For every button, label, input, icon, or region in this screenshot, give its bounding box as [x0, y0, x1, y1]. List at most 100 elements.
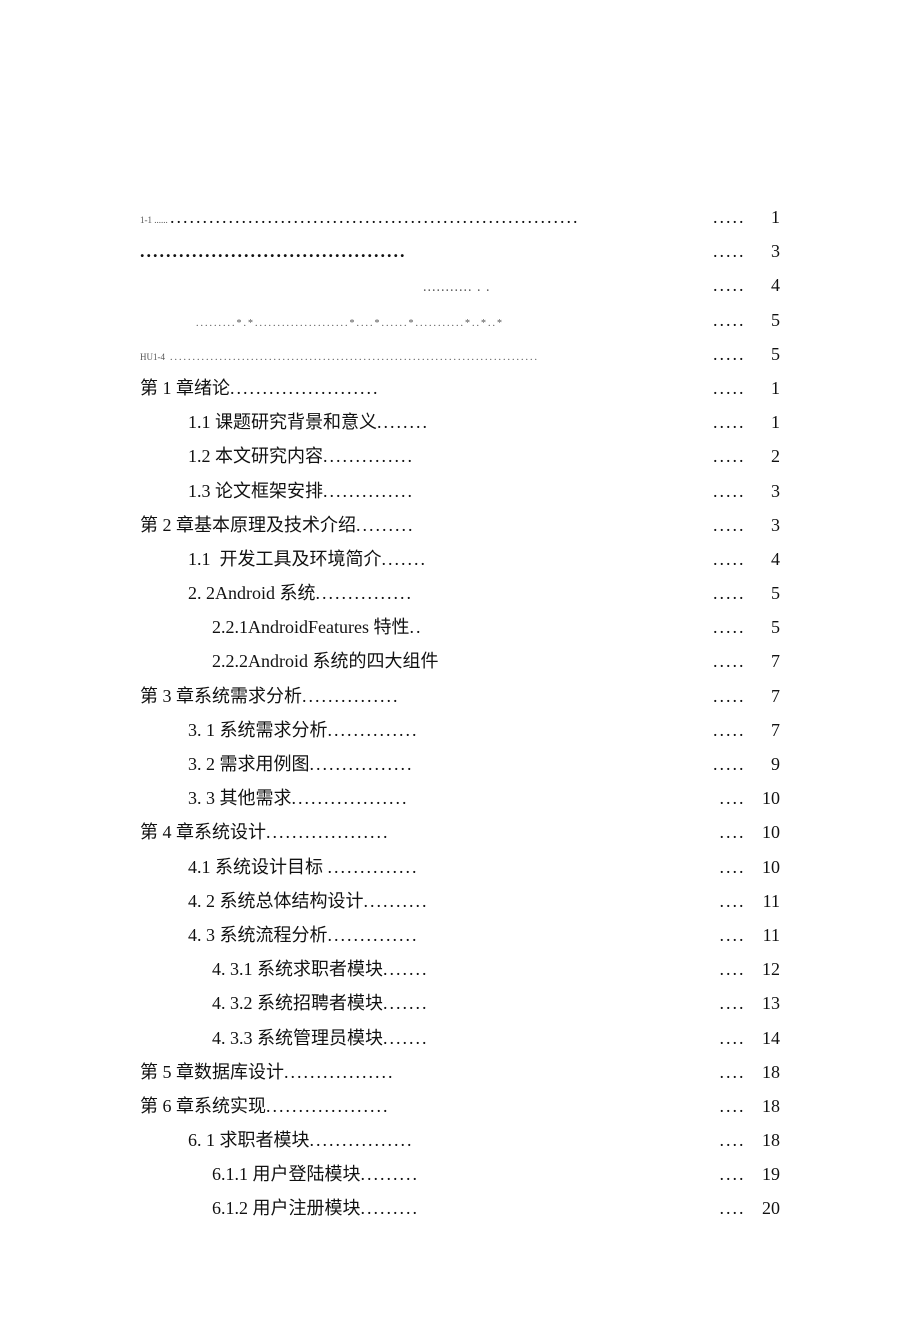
toc-entry-page: 5	[752, 303, 780, 337]
toc-entry: 1.1 课题研究背景和意义............. 1	[140, 405, 780, 439]
toc-entry: 4. 3.2 系统招聘者模块........... 13	[140, 986, 780, 1020]
toc-entry-page: 7	[752, 644, 780, 678]
toc-entry: 4. 3 系统流程分析.................. 11	[140, 918, 780, 952]
toc-entry-leader: .......	[383, 1021, 429, 1055]
toc-entry-label: 4. 3.2 系统招聘者模块	[212, 986, 383, 1020]
toc-list: 1-1 ....................................…	[140, 200, 780, 1226]
toc-entry-label: 2.2.1AndroidFeatures 特性	[212, 610, 409, 644]
toc-entry-page: 7	[752, 679, 780, 713]
toc-entry-label: 6.1.2 用户注册模块	[212, 1191, 361, 1225]
toc-entry-page: 1	[752, 200, 780, 234]
toc-entry-leader: ........... . .	[140, 282, 491, 295]
toc-entry: 第 5 章数据库设计..................... 18	[140, 1055, 780, 1089]
toc-entry-label: 第 6 章系统实现	[140, 1089, 266, 1123]
toc-entry-leader: ..	[409, 610, 422, 644]
toc-entry-leader: ................	[310, 1123, 414, 1157]
toc-entry-leader: .......	[383, 986, 429, 1020]
toc-entry: 3. 1 系统需求分析................... 7	[140, 713, 780, 747]
toc-entry-leader: ...............	[316, 576, 414, 610]
toc-entry: ........................................…	[140, 234, 780, 268]
toc-entry-page: 3	[752, 234, 780, 268]
toc-entry-leader: ........	[377, 405, 429, 439]
toc-entry-label: 4. 2 系统总体结构设计	[188, 884, 364, 918]
toc-entry: .........*.*.....................*....*.…	[140, 303, 780, 337]
toc-entry-leader: ........................................…	[170, 351, 539, 364]
toc-entry-page: 10	[752, 781, 780, 815]
toc-entry: 2. 2Android 系统.................... 5	[140, 576, 780, 610]
toc-entry-leader: ........................................…	[140, 234, 407, 268]
toc-entry-label: 6.1.1 用户登陆模块	[212, 1157, 361, 1191]
toc-entry-leader: .........	[361, 1191, 420, 1225]
toc-entry-page: 9	[752, 747, 780, 781]
toc-entry-page: 10	[752, 850, 780, 884]
toc-entry-label: 第 1 章绪论	[140, 371, 230, 405]
toc-entry-leader: ...................	[266, 815, 390, 849]
toc-entry: 第 2 章基本原理及技术介绍.............. 3	[140, 508, 780, 542]
toc-entry: 第 3 章系统需求分析.................... 7	[140, 679, 780, 713]
toc-entry: 2.2.2Android 系统的四大组件..... 7	[140, 644, 780, 678]
toc-entry-page: 5	[752, 337, 780, 371]
toc-entry-leader: ..............	[323, 439, 414, 473]
toc-entry-page: 5	[752, 610, 780, 644]
toc-entry-leader: ..............	[323, 474, 414, 508]
toc-entry-page: 14	[752, 1021, 780, 1055]
toc-entry: 1.2 本文研究内容................... 2	[140, 439, 780, 473]
toc-entry-leader: ..........	[364, 884, 429, 918]
toc-entry-page: 13	[752, 986, 780, 1020]
toc-entry-leader: .................	[284, 1055, 395, 1089]
toc-page: 1-1 ....................................…	[140, 0, 780, 1326]
toc-entry-page: 19	[752, 1157, 780, 1191]
toc-entry: 4.1 系统设计目标 .................. 10	[140, 850, 780, 884]
toc-entry-label: HU1-4	[140, 353, 170, 362]
toc-entry-page: 3	[752, 474, 780, 508]
toc-entry: 4. 2 系统总体结构设计.............. 11	[140, 884, 780, 918]
toc-entry: 3. 2 需求用例图..................... 9	[140, 747, 780, 781]
toc-entry-label: 1.2 本文研究内容	[188, 439, 323, 473]
toc-entry-page: 20	[752, 1191, 780, 1225]
toc-entry-leader: ..............	[328, 713, 419, 747]
toc-entry-page: 5	[752, 576, 780, 610]
toc-entry-label: 第 3 章系统需求分析	[140, 679, 302, 713]
toc-entry: 第 4 章系统设计....................... 10	[140, 815, 780, 849]
toc-entry-label: 1.3 论文框架安排	[188, 474, 323, 508]
toc-entry-page: 3	[752, 508, 780, 542]
toc-entry-leader: ................	[310, 747, 414, 781]
toc-entry-leader: .......	[382, 542, 428, 576]
toc-entry-label: 3. 2 需求用例图	[188, 747, 310, 781]
toc-entry-page: 4	[752, 268, 780, 302]
toc-entry-page: 11	[752, 884, 780, 918]
toc-entry-leader: .........*.*.....................*....*.…	[196, 317, 504, 330]
toc-entry-page: 4	[752, 542, 780, 576]
toc-entry: HU1-4...................................…	[140, 337, 780, 371]
toc-entry-label: 3. 3 其他需求	[188, 781, 292, 815]
toc-entry-page: 18	[752, 1089, 780, 1123]
toc-entry: 1.1 开发工具及环境简介............ 4	[140, 542, 780, 576]
toc-entry-page: 10	[752, 815, 780, 849]
toc-entry: 1.3 论文框架安排................... 3	[140, 474, 780, 508]
toc-entry-leader: .......................	[230, 371, 380, 405]
toc-entry-label: 4. 3.1 系统求职者模块	[212, 952, 383, 986]
toc-entry-leader: ...................	[266, 1089, 390, 1123]
toc-entry-page: 1	[752, 371, 780, 405]
toc-entry: 1-1 ....................................…	[140, 200, 780, 234]
toc-entry: 6. 1 求职者模块.................... 18	[140, 1123, 780, 1157]
toc-entry-label: 第 5 章数据库设计	[140, 1055, 284, 1089]
toc-entry-leader: ..............	[328, 850, 419, 884]
toc-entry-leader: ...............	[302, 679, 400, 713]
toc-entry-leader: ..................	[292, 781, 409, 815]
toc-entry-leader: .......	[383, 952, 429, 986]
toc-entry-label: 1-1 ......	[140, 216, 170, 225]
toc-entry: 4. 3.3 系统管理员模块........... 14	[140, 1021, 780, 1055]
toc-entry-page: 12	[752, 952, 780, 986]
toc-entry: 第 1 章绪论............................ 1	[140, 371, 780, 405]
toc-entry: 2.2.1AndroidFeatures 特性....... 5	[140, 610, 780, 644]
toc-entry-leader: .........	[361, 1157, 420, 1191]
toc-entry: 6.1.2 用户注册模块............. 20	[140, 1191, 780, 1225]
toc-entry-label: 6. 1 求职者模块	[188, 1123, 310, 1157]
toc-entry-label: 4. 3 系统流程分析	[188, 918, 328, 952]
toc-entry-page: 18	[752, 1055, 780, 1089]
toc-entry-label: 2.2.2Android 系统的四大组件	[212, 644, 439, 678]
toc-entry-leader: ........................................…	[170, 200, 580, 234]
toc-entry-leader: .........	[356, 508, 415, 542]
toc-entry-page: 11	[752, 918, 780, 952]
